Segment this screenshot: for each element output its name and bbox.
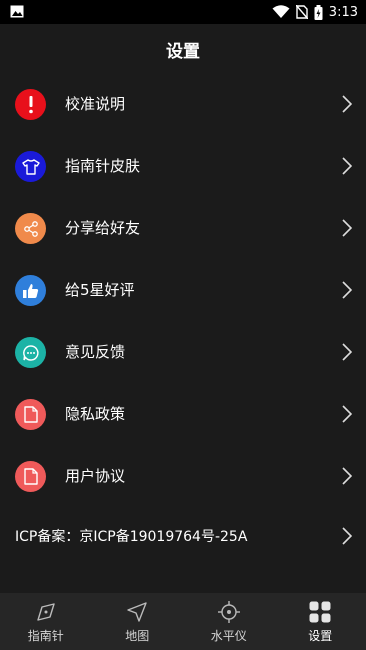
chevron-right-icon bbox=[342, 219, 352, 237]
chevron-right-icon bbox=[342, 281, 352, 299]
menu-item-label: 用户协议 bbox=[65, 467, 126, 485]
chevron-right-icon bbox=[342, 343, 352, 361]
tab-label: 指南针 bbox=[27, 629, 64, 643]
document-icon bbox=[15, 461, 46, 492]
settings-menu: 校准说明 指南针皮肤 分享给好友 给5星好评 意见反馈 隐私政策 用户协议 bbox=[0, 74, 366, 508]
menu-item-label: 指南针皮肤 bbox=[65, 157, 141, 175]
tab-level[interactable]: 水平仪 bbox=[183, 593, 275, 650]
thumbs-up-icon bbox=[15, 275, 46, 306]
chat-icon bbox=[15, 337, 46, 368]
navigation-arrow-icon bbox=[127, 602, 147, 622]
menu-item-label: 分享给好友 bbox=[65, 219, 141, 237]
menu-item-compass-skin[interactable]: 指南针皮肤 bbox=[0, 136, 366, 198]
grid-icon bbox=[309, 601, 331, 623]
menu-item-feedback[interactable]: 意见反馈 bbox=[0, 322, 366, 384]
menu-item-calibration[interactable]: 校准说明 bbox=[0, 74, 366, 136]
status-bar: 3:13 bbox=[0, 0, 366, 24]
menu-item-share[interactable]: 分享给好友 bbox=[0, 198, 366, 260]
share-icon bbox=[15, 213, 46, 244]
image-icon bbox=[10, 5, 24, 18]
tab-label: 水平仪 bbox=[210, 629, 247, 643]
icp-record-label: ICP备案：京ICP备19019764号-25A bbox=[15, 529, 248, 545]
wifi-icon bbox=[272, 5, 290, 18]
menu-item-label: 给5星好评 bbox=[65, 281, 135, 299]
battery-charging-icon bbox=[314, 4, 323, 20]
compass-icon bbox=[37, 603, 55, 621]
chevron-right-icon bbox=[342, 157, 352, 175]
tab-compass[interactable]: 指南针 bbox=[0, 593, 92, 650]
no-sim-icon bbox=[295, 5, 308, 19]
tab-label: 地图 bbox=[125, 629, 150, 643]
chevron-right-icon bbox=[342, 405, 352, 423]
crosshair-icon bbox=[217, 601, 240, 623]
bottom-tab-bar: 指南针 地图 水平仪 设置 bbox=[0, 593, 366, 650]
menu-item-rate[interactable]: 给5星好评 bbox=[0, 260, 366, 322]
tab-settings[interactable]: 设置 bbox=[275, 593, 366, 650]
page-title: 设置 bbox=[166, 41, 200, 62]
icp-record-row[interactable]: ICP备案：京ICP备19019764号-25A bbox=[0, 506, 366, 568]
tab-label: 设置 bbox=[308, 629, 333, 643]
menu-item-label: 校准说明 bbox=[65, 95, 126, 113]
tab-map[interactable]: 地图 bbox=[92, 593, 184, 650]
header: 设置 bbox=[0, 24, 366, 74]
menu-item-privacy[interactable]: 隐私政策 bbox=[0, 384, 366, 446]
menu-item-user-agreement[interactable]: 用户协议 bbox=[0, 446, 366, 508]
exclamation-icon bbox=[15, 89, 46, 120]
status-time: 3:13 bbox=[328, 4, 358, 20]
chevron-right-icon bbox=[342, 467, 352, 485]
chevron-right-icon bbox=[342, 527, 352, 545]
document-icon bbox=[15, 399, 46, 430]
shirt-icon bbox=[15, 151, 46, 182]
menu-item-label: 意见反馈 bbox=[65, 343, 126, 361]
menu-item-label: 隐私政策 bbox=[65, 405, 126, 423]
chevron-right-icon bbox=[342, 95, 352, 113]
